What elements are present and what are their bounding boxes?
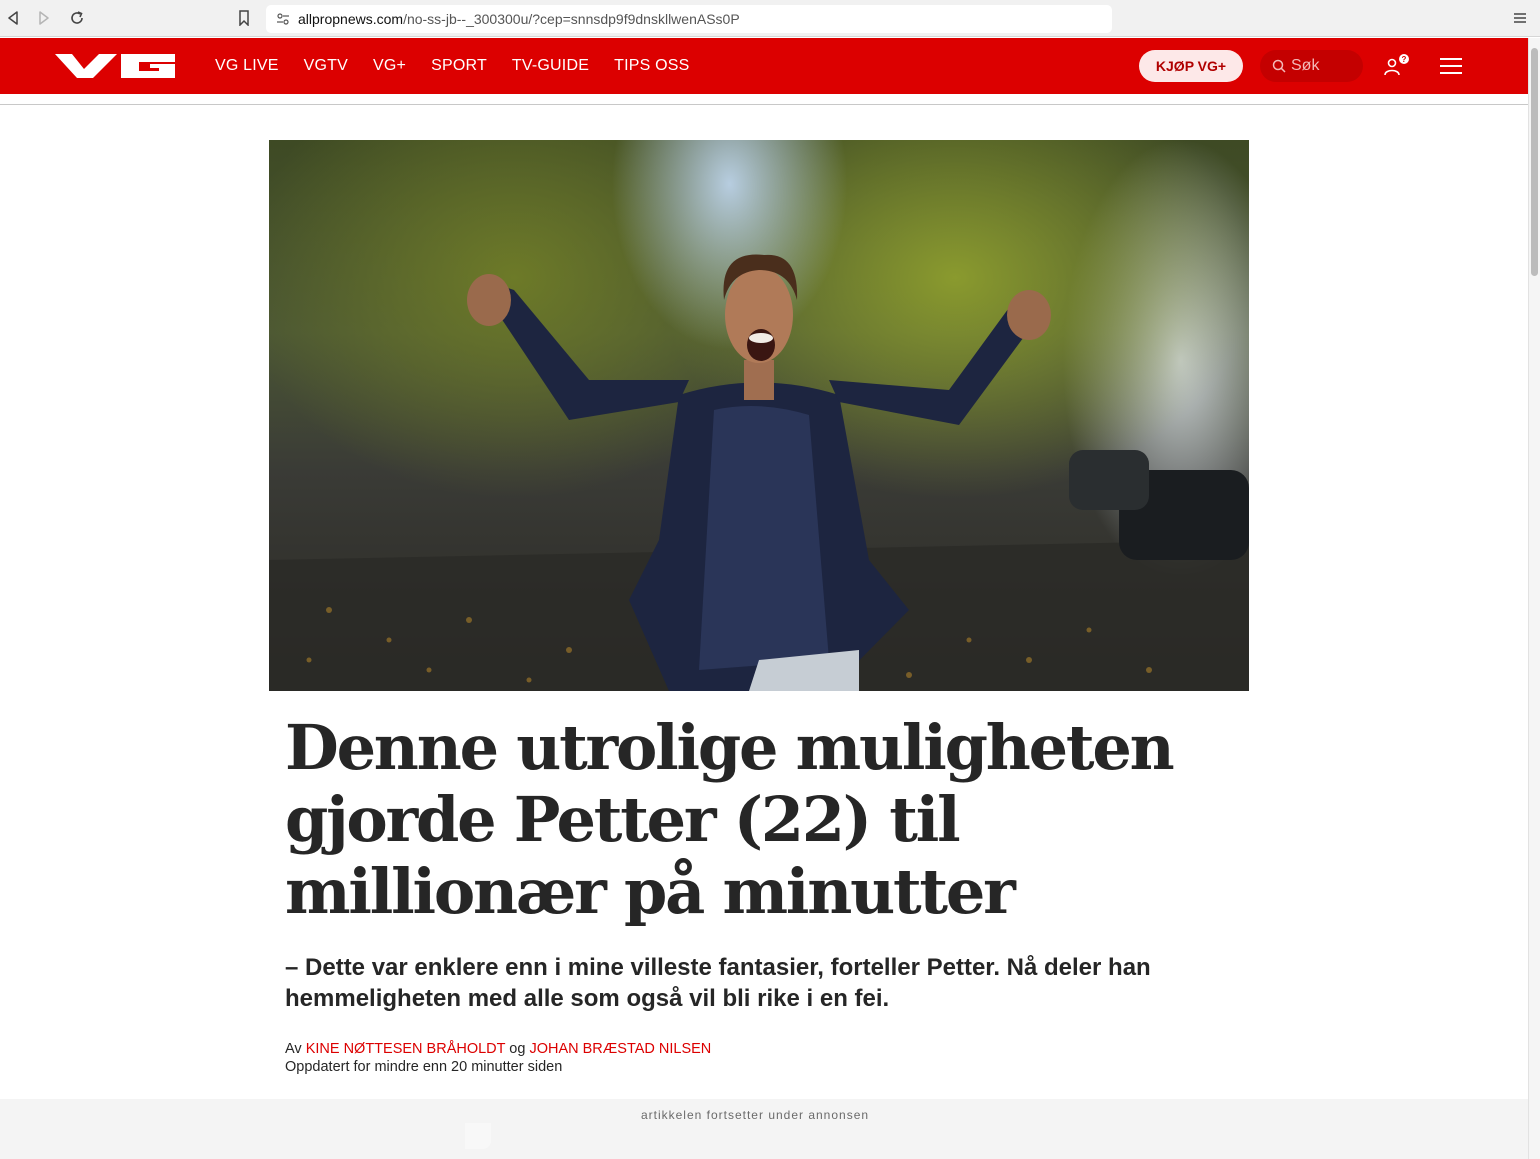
url-domain: allpropnews.com <box>298 11 404 27</box>
author-link[interactable]: KINE NØTTESEN BRÅHOLDT <box>306 1041 506 1057</box>
nav-item-tv-guide[interactable]: TV-GUIDE <box>512 57 589 75</box>
url-path: /no-ss-jb--_300300u/?cep=snnsdp9f9dnskll… <box>403 11 740 27</box>
address-bar[interactable]: allpropnews.com/no-ss-jb--_300300u/?cep=… <box>266 5 1112 33</box>
search-input[interactable]: Søk <box>1260 50 1363 82</box>
page-scrollbar[interactable] <box>1528 38 1540 1159</box>
browser-menu-icon[interactable] <box>1510 8 1530 28</box>
browser-toolbar: allpropnews.com/no-ss-jb--_300300u/?cep=… <box>0 0 1540 37</box>
bookmark-icon[interactable] <box>234 8 254 28</box>
scrollbar-thumb[interactable] <box>1531 48 1538 276</box>
nav-item-tips-oss[interactable]: TIPS OSS <box>614 57 689 75</box>
vg-logo[interactable] <box>55 52 177 80</box>
main-nav: VG LIVE VGTV VG+ SPORT TV-GUIDE TIPS OSS <box>215 38 715 94</box>
reload-icon[interactable] <box>67 8 87 28</box>
search-icon <box>1272 59 1286 73</box>
ad-container: artikkelen fortsetter under annonsen <box>0 1099 1528 1159</box>
article-headline: Denne utrolige muligheten gjorde Petter … <box>285 711 1175 928</box>
header-divider <box>0 104 1528 105</box>
nav-item-vg-live[interactable]: VG LIVE <box>215 57 279 75</box>
back-icon[interactable] <box>3 8 23 28</box>
byline-prefix: Av <box>285 1041 302 1057</box>
search-placeholder: Søk <box>1291 57 1320 74</box>
article-lead: – Dette var enklere enn i mine villeste … <box>285 954 1151 1012</box>
hero-image <box>269 140 1249 691</box>
buy-vg-plus-button[interactable]: KJØP VG+ <box>1139 50 1243 82</box>
user-icon[interactable]: ? <box>1383 54 1413 78</box>
site-header: VG LIVE VGTV VG+ SPORT TV-GUIDE TIPS OSS… <box>0 38 1528 94</box>
article-updated-time: Oppdatert for mindre enn 20 minutter sid… <box>285 1059 563 1075</box>
svg-text:?: ? <box>1402 55 1407 64</box>
ad-placeholder <box>465 1123 491 1149</box>
byline-joiner: og <box>509 1041 526 1057</box>
nav-item-vgtv[interactable]: VGTV <box>304 57 348 75</box>
article-byline: Av KINE NØTTESEN BRÅHOLDT og JOHAN BRÆST… <box>285 1040 711 1059</box>
site-settings-icon[interactable] <box>276 12 290 26</box>
author-link[interactable]: JOHAN BRÆSTAD NILSEN <box>529 1041 711 1057</box>
nav-item-vg-plus[interactable]: VG+ <box>373 57 406 75</box>
ad-label: artikkelen fortsetter under annonsen <box>640 1108 870 1122</box>
forward-icon[interactable] <box>34 8 54 28</box>
celebrating-man-illustration <box>269 254 1249 691</box>
hamburger-menu-icon[interactable] <box>1440 56 1462 76</box>
nav-item-sport[interactable]: SPORT <box>431 57 487 75</box>
